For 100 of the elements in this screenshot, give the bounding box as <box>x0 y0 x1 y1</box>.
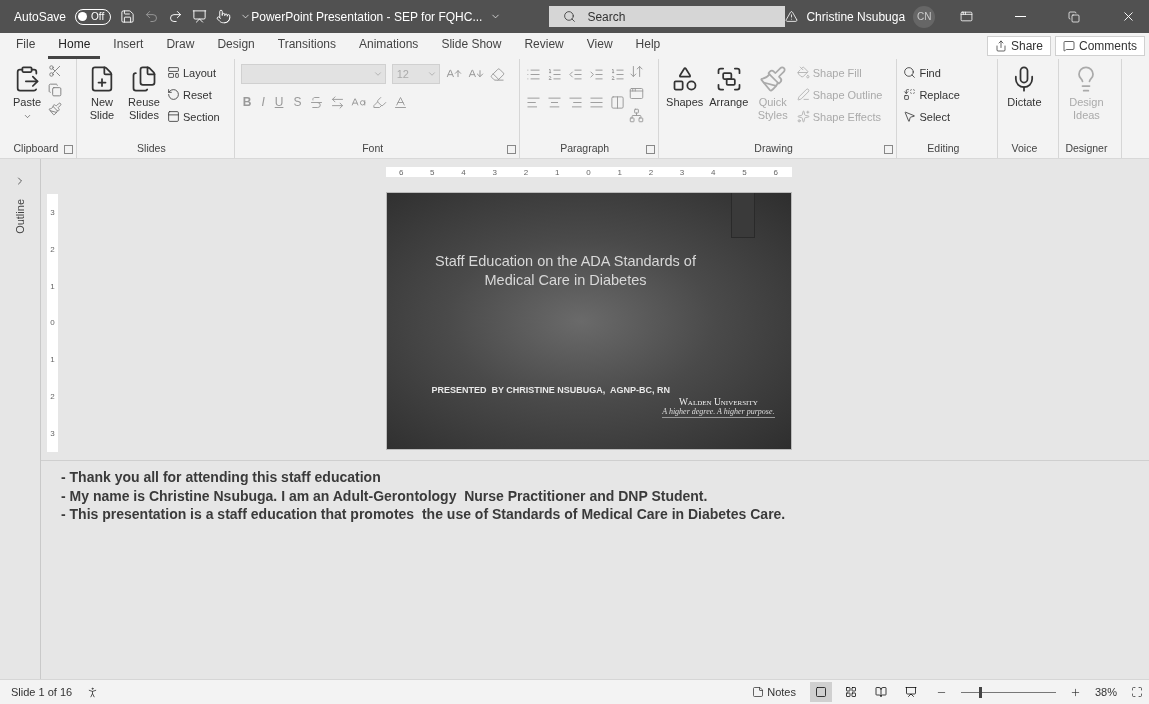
cut-button[interactable] <box>48 64 62 78</box>
pointer-icon <box>903 110 917 123</box>
outline-tab[interactable]: Outline <box>14 199 26 234</box>
pen-icon <box>796 88 810 101</box>
ribbon-tab[interactable]: Draw <box>156 37 205 59</box>
presentation-icon <box>192 9 208 24</box>
text-direction-icon <box>628 64 644 79</box>
ribbon-button[interactable]: Shapes <box>664 63 705 111</box>
paint-bucket-icon <box>796 66 810 79</box>
grid-icon <box>844 686 857 698</box>
align-center-icon <box>546 94 562 110</box>
share-button[interactable]: Share <box>986 36 1051 56</box>
user-avatar[interactable]: CN <box>913 5 936 28</box>
user-name: Christine Nsubuga <box>806 9 906 24</box>
launcher-icon[interactable] <box>884 145 894 154</box>
group-label: Clipboard <box>13 142 59 156</box>
note-text: - This presentation is a staff education that promotes the use of Standards of Medical Care in Diabetes Care. <box>61 505 787 524</box>
ribbon-button[interactable]: Replace <box>903 86 960 103</box>
group-label: Editing <box>927 142 960 156</box>
note-text: - My name is Christine Nsubuga. I am an Adult-Gerontology Nurse Practitioner and DNP Student. <box>61 486 709 505</box>
fit-icon <box>1131 686 1143 698</box>
increase-indent-icon <box>588 66 604 82</box>
align-right-icon <box>567 94 583 110</box>
slide[interactable]: Staff Education on the ADA Standards of Medical Care in Diabetes PRESENTED BY CHRISTINE NSUBUGA, AGNP-BC, RN Walden University A higher degree. A higher purpose. <box>385 192 792 450</box>
layout-icon <box>167 66 180 79</box>
format-painter-button[interactable] <box>48 102 62 116</box>
launcher-icon[interactable] <box>64 145 73 154</box>
caret-icon <box>426 69 437 79</box>
group-label: Paragraph <box>560 142 610 156</box>
search-field[interactable]: Search <box>549 6 786 27</box>
redo-button[interactable] <box>168 9 184 24</box>
brush-icon <box>48 102 62 116</box>
window-icon <box>959 10 973 23</box>
ribbon-tab[interactable]: Review <box>514 37 574 59</box>
ribbon-button[interactable]: Find <box>903 64 960 81</box>
restore-icon <box>1068 10 1081 23</box>
group-label: Drawing <box>754 142 793 156</box>
ribbon-tab[interactable]: View <box>576 37 623 59</box>
scissors-icon <box>48 64 62 78</box>
presentation-icon <box>904 686 917 698</box>
comment-icon <box>1063 40 1075 52</box>
warning-icon <box>785 10 799 23</box>
hand-icon <box>216 9 232 24</box>
ribbon-tab[interactable]: Slide Show <box>431 37 512 59</box>
ribbon-button[interactable]: Reset <box>167 86 220 103</box>
brush-icon <box>758 65 787 93</box>
normal-view-icon <box>814 686 827 698</box>
ribbon-tab[interactable]: Insert <box>103 37 154 59</box>
replace-icon <box>903 88 917 101</box>
ribbon-button[interactable]: Arrange <box>708 63 749 111</box>
note-text: - Thank you all for attending this staff education <box>61 468 382 487</box>
document-title[interactable]: PowerPoint Presentation - SEP for FQHC... <box>251 9 502 24</box>
ribbon-button[interactable]: New Slide <box>83 63 121 124</box>
undo-button[interactable] <box>144 9 160 24</box>
ribbon-button[interactable]: Reuse Slides <box>125 63 163 124</box>
ribbon-tab[interactable]: Transitions <box>267 37 346 59</box>
paste-button[interactable]: Paste <box>10 63 44 123</box>
zoom-thumb[interactable] <box>978 686 982 698</box>
font-color-icon <box>393 94 409 110</box>
ribbon-button[interactable]: Section <box>167 108 220 125</box>
present-button[interactable] <box>192 9 208 24</box>
notes-button[interactable]: Notes <box>752 683 796 701</box>
redo-icon <box>168 9 184 24</box>
copy-button[interactable] <box>48 83 62 97</box>
group-label: Font <box>362 142 384 156</box>
slide-counter: Slide 1 of 16 <box>11 686 73 698</box>
caret-icon <box>22 112 32 121</box>
save-button[interactable] <box>120 9 136 24</box>
reset-icon <box>167 88 180 101</box>
save-icon <box>120 9 136 24</box>
ribbon-tab[interactable]: Design <box>207 37 265 59</box>
ribbon-tab[interactable]: File <box>6 37 46 59</box>
decrease-indent-icon <box>567 66 583 82</box>
group-label: Designer <box>1065 142 1108 156</box>
highlighter-icon <box>372 94 388 110</box>
search-icon <box>563 10 577 23</box>
copy-icon <box>48 83 62 97</box>
zoom-in-icon <box>1069 686 1081 698</box>
book-icon <box>874 686 887 698</box>
align-left-icon <box>525 94 541 110</box>
vertical-ruler: 3 2 1 0 1 2 3 <box>47 194 58 452</box>
ribbon-button[interactable]: Select <box>903 108 960 125</box>
ribbon-tab[interactable]: Animations <box>349 37 429 59</box>
minimize-icon <box>1014 16 1026 17</box>
view-button[interactable] <box>809 682 832 702</box>
share-icon <box>994 40 1007 52</box>
comments-button[interactable]: Comments <box>1055 36 1145 56</box>
sparkles-icon <box>796 110 810 123</box>
columns-icon <box>609 94 625 110</box>
ribbon-button[interactable]: Layout <box>167 64 220 81</box>
spacing-icon <box>330 94 346 110</box>
ribbon-tab[interactable]: Help <box>625 37 671 59</box>
touch-mode-button[interactable] <box>216 9 232 24</box>
slide-decoration <box>730 193 755 238</box>
strikethrough-icon <box>309 94 325 110</box>
zoom-percent: 38% <box>1094 686 1117 698</box>
group-label: Voice <box>1011 142 1038 156</box>
horizontal-ruler: 6 5 4 3 2 1 0 1 2 3 4 5 6 <box>385 167 792 177</box>
line-spacing-icon <box>609 66 625 82</box>
dictate-button[interactable]: Dictate <box>1004 63 1045 111</box>
